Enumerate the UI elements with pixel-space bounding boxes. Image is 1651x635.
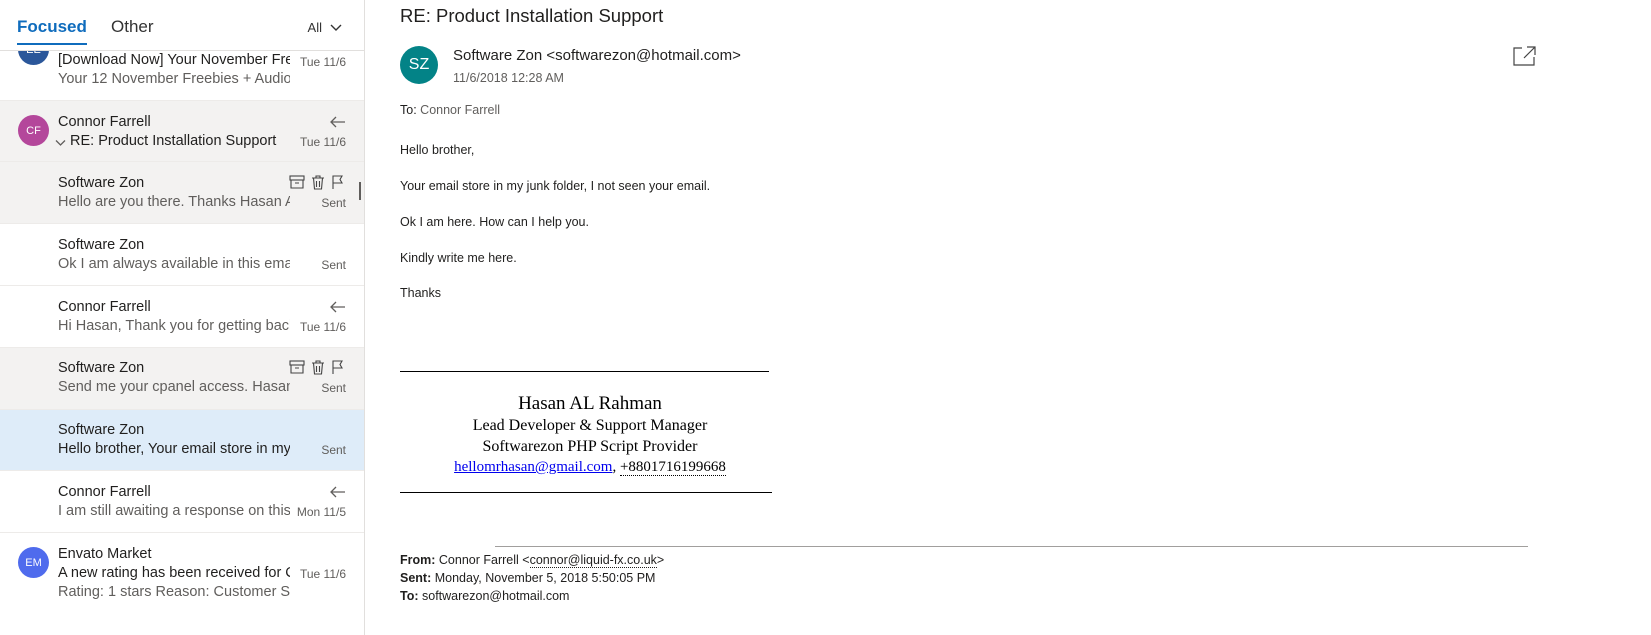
to-label: To: xyxy=(400,589,419,603)
message-preview: Hello brother, Your email store in my ju… xyxy=(58,441,290,457)
popout-icon[interactable] xyxy=(1513,46,1536,66)
message-list: Focused Other All EE [Download Now] Your… xyxy=(0,0,365,635)
message-item[interactable]: EM Envato Market A new rating has been r… xyxy=(0,533,364,635)
message-date: Tue 11/6 xyxy=(299,320,346,334)
body-line: Ok I am here. How can I help you. xyxy=(400,215,589,229)
quoted-from-email[interactable]: connor@liquid-fx.co.uk xyxy=(529,553,657,568)
signature: Hasan AL Rahman Lead Developer & Support… xyxy=(400,392,780,478)
body-line: Your email store in my junk folder, I no… xyxy=(400,179,711,193)
reading-pane: RE: Product Installation Support SZ Soft… xyxy=(365,0,1651,635)
signature-contact: hellomrhasan@gmail.com, +8801716199668 xyxy=(400,457,780,478)
from-label: From: xyxy=(400,553,436,567)
message-item[interactable]: Software Zon Hello are you there. Thanks… xyxy=(0,162,364,224)
chevron-down-icon xyxy=(330,24,342,31)
quote-divider xyxy=(495,546,1528,547)
sent-label: Sent: xyxy=(400,571,432,585)
message-sender: Connor Farrell xyxy=(58,114,151,130)
contact-separator: , xyxy=(612,459,620,475)
message-subject: A new rating has been received for Code xyxy=(58,565,290,581)
reply-icon xyxy=(330,301,345,313)
quoted-from: From: Connor Farrell <connor@liquid-fx.c… xyxy=(400,553,665,568)
body-line: Kindly write me here. xyxy=(400,251,517,265)
signature-role: Lead Developer & Support Manager xyxy=(472,417,708,434)
message-sender: Connor Farrell xyxy=(58,299,151,315)
sent-tag: Sent xyxy=(321,443,346,457)
filter-label: All xyxy=(307,20,322,35)
archive-icon[interactable] xyxy=(289,175,305,189)
message-preview: I am still awaiting a response on this xyxy=(58,503,290,519)
signature-divider xyxy=(400,492,772,493)
thread-header[interactable]: CF Connor Farrell RE: Product Installati… xyxy=(0,101,364,162)
flag-icon[interactable] xyxy=(331,175,344,190)
body-line: Hello brother, xyxy=(400,143,475,157)
delete-icon[interactable] xyxy=(311,360,325,375)
sender-avatar[interactable]: SZ xyxy=(400,46,438,84)
message-item[interactable]: Connor Farrell I am still awaiting a res… xyxy=(0,471,364,533)
tab-focused[interactable]: Focused xyxy=(17,17,87,45)
message-subject: RE: Product Installation Support xyxy=(70,133,277,149)
message-date: Mon 11/5 xyxy=(296,505,346,519)
sent-tag: Sent xyxy=(321,381,346,395)
message-preview: Your 12 November Freebies + Audio Stocks xyxy=(58,71,290,87)
to-label: To: xyxy=(400,103,417,117)
signature-phone[interactable]: +8801716199668 xyxy=(619,459,726,476)
message-sender: Software Zon xyxy=(58,360,145,376)
scrollbar-thumb[interactable] xyxy=(359,182,361,200)
quoted-to: To: softwarezon@hotmail.com xyxy=(400,589,569,603)
message-item-selected[interactable]: Software Zon Hello brother, Your email s… xyxy=(0,410,364,471)
message-sender: Software Zon xyxy=(58,175,145,191)
message-item[interactable]: Connor Farrell Hi Hasan, Thank you for g… xyxy=(0,286,364,348)
message-preview: Rating: 1 stars Reason: Customer Support xyxy=(58,584,290,600)
hover-actions xyxy=(289,360,344,375)
sent-tag: Sent xyxy=(321,258,346,272)
message-preview: Send me your cpanel access. Hasan AL Rah… xyxy=(58,379,290,395)
recipient-name[interactable]: Connor Farrell xyxy=(420,103,500,117)
message-datetime: 11/6/2018 12:28 AM xyxy=(453,71,564,85)
filter-dropdown[interactable]: All xyxy=(308,20,342,35)
message-item[interactable]: Software Zon Ok I am always available in… xyxy=(0,224,364,286)
message-sender: Software Zon xyxy=(58,422,145,438)
reply-icon xyxy=(330,116,345,128)
message-date: Tue 11/6 xyxy=(299,567,346,581)
avatar: EM xyxy=(18,547,49,578)
sender-address[interactable]: Software Zon <softwarezon@hotmail.com> xyxy=(453,47,741,64)
message-date: Tue 11/6 xyxy=(299,135,346,149)
message-item[interactable]: Software Zon Send me your cpanel access.… xyxy=(0,348,364,410)
message-sender: [Download Now] Your November Freebies xyxy=(58,52,290,68)
quoted-from-end: > xyxy=(656,553,665,567)
message-preview: Hi Hasan, Thank you for getting back to … xyxy=(58,318,290,334)
recipient-line: To: Connor Farrell xyxy=(400,103,500,117)
tab-other[interactable]: Other xyxy=(111,17,154,37)
quoted-to-address: softwarezon@hotmail.com xyxy=(422,589,570,603)
message-sender: Software Zon xyxy=(58,237,145,253)
message-preview: Ok I am always available in this email. … xyxy=(58,256,290,272)
signature-company: Softwarezon PHP Script Provider xyxy=(482,438,698,455)
message-title: RE: Product Installation Support xyxy=(400,5,664,26)
quoted-from-name: Connor Farrell < xyxy=(438,553,530,567)
archive-icon[interactable] xyxy=(289,360,305,374)
flag-icon[interactable] xyxy=(331,360,344,375)
sent-tag: Sent xyxy=(321,196,346,210)
avatar: CF xyxy=(18,115,49,146)
reply-icon xyxy=(330,486,345,498)
quoted-sent-date: Monday, November 5, 2018 5:50:05 PM xyxy=(434,571,656,585)
body-line: Thanks xyxy=(400,286,441,300)
hover-actions xyxy=(289,175,344,190)
signature-email-link[interactable]: hellomrhasan@gmail.com xyxy=(454,459,612,475)
delete-icon[interactable] xyxy=(311,175,325,190)
quoted-sent: Sent: Monday, November 5, 2018 5:50:05 P… xyxy=(400,571,655,585)
message-sender: Connor Farrell xyxy=(58,484,151,500)
message-preview: Hello are you there. Thanks Hasan AL Rah… xyxy=(58,194,290,210)
signature-name: Hasan AL Rahman xyxy=(518,393,662,414)
inbox-tabs: Focused Other All xyxy=(0,0,364,51)
message-sender: Envato Market xyxy=(58,546,152,562)
chevron-down-icon[interactable] xyxy=(55,139,66,147)
message-date: Tue 11/6 xyxy=(299,55,346,69)
signature-divider xyxy=(400,371,769,372)
